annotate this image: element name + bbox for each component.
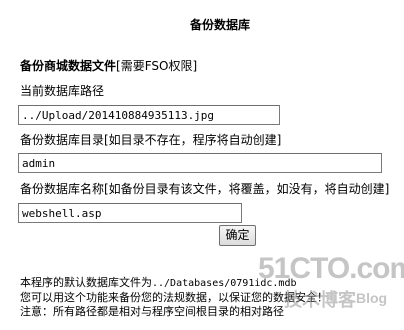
current-db-path-label: 当前数据库路径 <box>20 84 105 98</box>
page-title: 备份数据库 <box>189 18 250 32</box>
note-relative-path: 注意：所有路径都是相对与程序空间根目录的相对路径 <box>20 305 284 318</box>
note-default-db: 本程序的默认数据库文件为../Databases/0791idc.mdb <box>20 276 297 290</box>
watermark: 51CTO.com 技术博客 Blog <box>258 252 404 312</box>
current-db-path-input[interactable]: ../Upload/201410884935113.jpg <box>18 105 280 125</box>
backup-dir-label: 备份数据库目录[如目录不存在，程序将自动创建] <box>20 133 282 147</box>
watermark-blog: Blog <box>356 290 388 306</box>
section-title-note: [需要FSO权限] <box>116 59 198 73</box>
note-default-db-prefix: 本程序的默认数据库文件为 <box>20 276 152 289</box>
backup-dir-input[interactable]: admin <box>18 153 382 173</box>
backup-name-input[interactable]: webshell.asp <box>18 203 242 223</box>
section-title: 备份商城数据文件[需要FSO权限] <box>20 57 197 74</box>
confirm-button[interactable]: 确定 <box>219 225 256 246</box>
watermark-subtitle: 技术博客 <box>284 290 356 311</box>
section-title-main: 备份商城数据文件 <box>20 59 117 73</box>
backup-name-label: 备份数据库名称[如备份目录有该文件，将覆盖，如没有，将自动创建] <box>20 182 390 196</box>
watermark-logo: 51CTO.com <box>258 252 404 285</box>
